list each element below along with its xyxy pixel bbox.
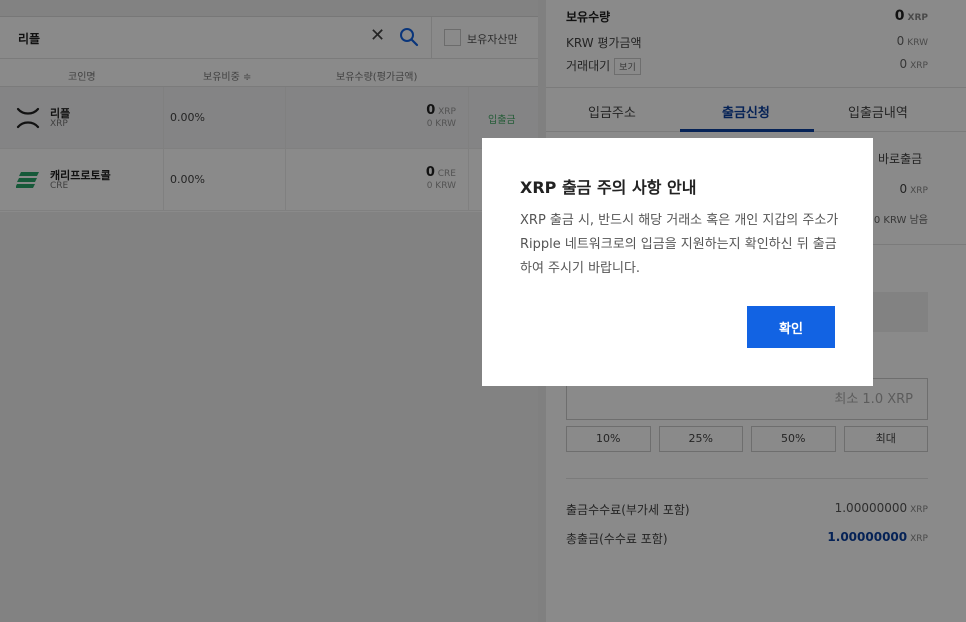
confirm-button[interactable]: 확인 [747, 306, 835, 348]
xrp-notice-dialog: XRP 출금 주의 사항 안내 XRP 출금 시, 반드시 해당 거래소 혹은 … [482, 138, 873, 386]
dialog-message: XRP 출금 시, 반드시 해당 거래소 혹은 개인 지갑의 주소가 Rippl… [520, 213, 839, 276]
dialog-title: XRP 출금 주의 사항 안내 [520, 178, 697, 197]
